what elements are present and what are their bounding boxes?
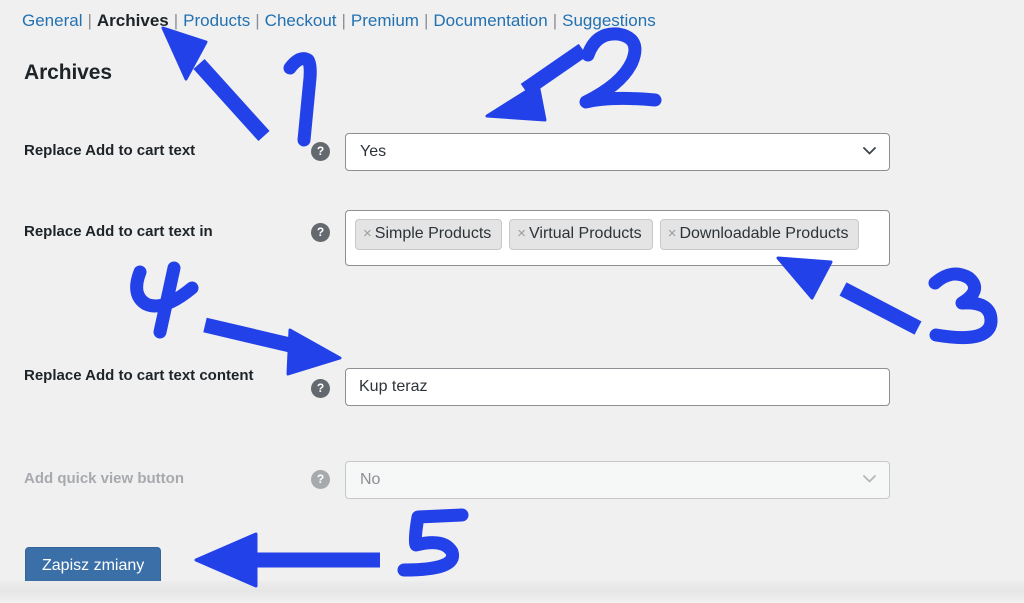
tag-label: Simple Products [374,225,492,242]
tag-label: Virtual Products [529,225,642,242]
annotation-arrow-5 [194,532,380,588]
tag-item[interactable]: × Simple Products [355,219,503,250]
annotation-arrow-1 [161,26,270,142]
settings-page: General | Archives | Products | Checkout | Premi… [0,0,1024,603]
annotation-number-5 [397,508,469,577]
tag-remove-icon[interactable]: × [363,225,372,242]
annotation-number-3 [928,267,998,345]
annotation-number-2 [579,27,662,109]
annotation-number-1 [283,52,317,147]
nav-separator: | [423,11,429,30]
annotation-arrow-2 [485,43,588,122]
chevron-down-icon [863,475,876,483]
settings-tab-nav: General | Archives | Products | Checkout | Premi… [22,10,656,32]
page-bottom-edge [0,581,1024,603]
nav-item-checkout[interactable]: Checkout [265,11,337,30]
nav-item-archives[interactable]: Archives [97,11,169,30]
nav-separator: | [255,11,260,30]
tag-remove-icon[interactable]: × [517,225,526,242]
help-icon[interactable]: ? [311,142,330,161]
label-replace-add-to-cart-text-in: Replace Add to cart text in [24,223,213,240]
nav-separator: | [173,11,179,30]
label-replace-add-to-cart-text: Replace Add to cart text [24,142,196,159]
nav-item-suggestions[interactable]: Suggestions [562,11,656,30]
help-icon[interactable]: ? [311,223,330,242]
page-title: Archives [24,61,112,84]
add-quick-view-button-select: No [345,461,890,499]
help-icon[interactable]: ? [311,379,330,398]
label-add-quick-view-button: Add quick view button [24,470,184,487]
nav-item-premium[interactable]: Premium [351,11,419,30]
nav-separator: | [552,11,558,30]
select-value: No [360,471,381,488]
nav-separator: | [87,11,92,30]
tag-item[interactable]: × Downloadable Products [659,219,860,250]
nav-item-general[interactable]: General [22,11,82,30]
chevron-down-icon [863,147,876,155]
nav-item-documentation[interactable]: Documentation [433,11,547,30]
help-icon[interactable]: ? [311,470,330,489]
annotation-arrow-3 [776,256,922,335]
tag-label: Downloadable Products [679,225,849,242]
tag-remove-icon[interactable]: × [668,225,677,242]
annotation-number-4 [130,261,199,339]
replace-add-to-cart-text-content-input[interactable] [345,368,890,406]
label-replace-add-to-cart-text-content: Replace Add to cart text content [24,367,254,384]
replace-add-to-cart-text-select[interactable]: Yes [345,133,890,171]
tag-item[interactable]: × Virtual Products [509,219,653,250]
nav-item-products[interactable]: Products [183,11,250,30]
replace-add-to-cart-text-in-multiselect[interactable]: × Simple Products × Virtual Products × Downlo… [345,210,890,266]
nav-separator: | [341,11,346,30]
select-value: Yes [360,143,387,160]
annotation-overlay [0,0,1024,603]
